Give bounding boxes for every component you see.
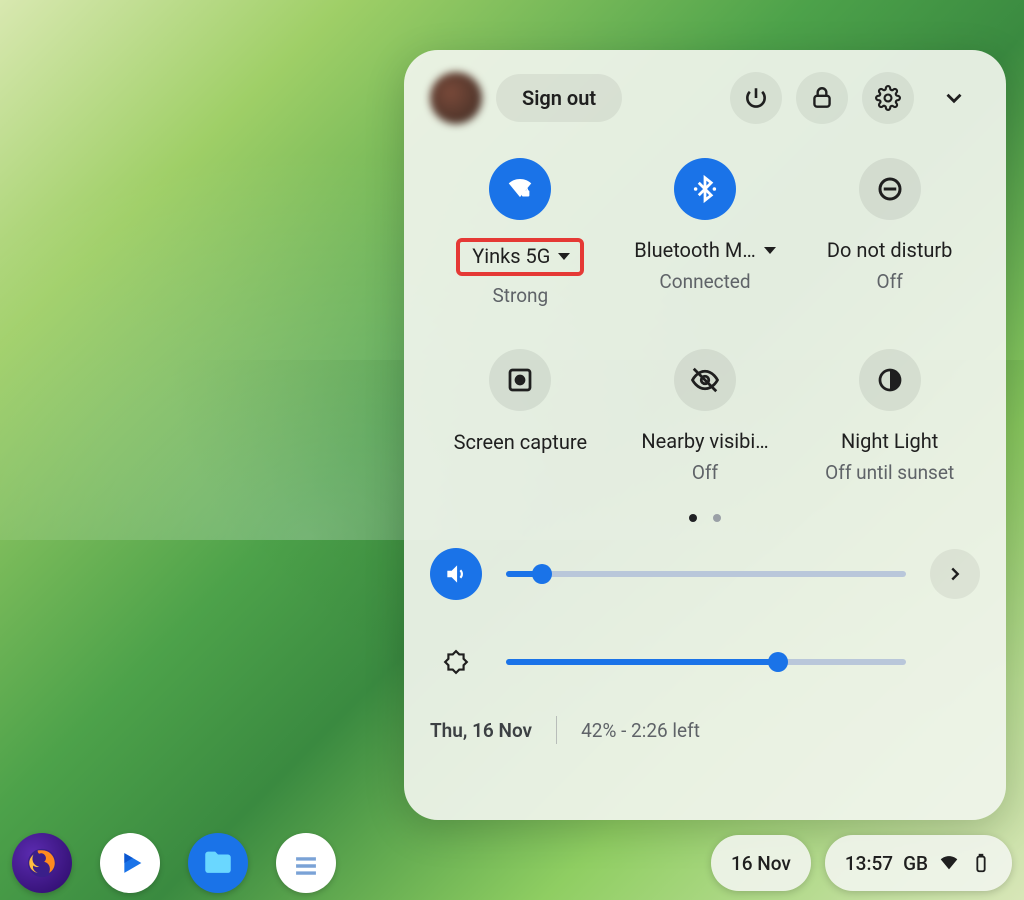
screen-capture-label: Screen capture [454,429,588,456]
shelf-time: 13:57 [845,852,893,875]
wifi-label-row[interactable]: Yinks 5G [456,238,584,276]
settings-button[interactable] [862,72,914,124]
footer-battery: 42% - 2:26 left [581,719,700,742]
pager-dots[interactable] [430,514,980,522]
battery-icon [970,852,992,874]
screen-capture-icon [489,349,551,411]
bluetooth-icon [674,158,736,220]
bluetooth-status: Connected [659,270,750,293]
visibility-off-icon [674,349,736,411]
lines-icon [289,849,323,883]
tile-bluetooth[interactable]: Bluetooth M… Connected [615,158,796,307]
caret-down-icon [764,247,776,254]
volume-row [430,548,980,600]
caret-down-icon [558,253,570,260]
tile-screen-capture[interactable]: Screen capture [430,349,611,484]
tiles-grid: Yinks 5G Strong Bluetooth M… Connected D… [430,158,980,484]
shelf-date-pill[interactable]: 16 Nov [711,835,811,891]
avatar[interactable] [430,72,482,124]
dnd-label: Do not disturb [827,238,953,262]
lock-icon [809,85,835,111]
bluetooth-label: Bluetooth M… [634,238,755,262]
nearby-label: Nearby visibi… [641,429,768,453]
shelf: 16 Nov 13:57 GB [0,826,1024,900]
play-icon [113,846,147,880]
night-light-icon [859,349,921,411]
pager-dot-1[interactable] [689,514,697,522]
power-icon [743,85,769,111]
dnd-icon [859,158,921,220]
volume-button[interactable] [430,548,482,600]
shelf-locale: GB [903,852,928,875]
app-media-player[interactable] [100,833,160,893]
panel-footer: Thu, 16 Nov 42% - 2:26 left [430,716,980,744]
collapse-button[interactable] [928,72,980,124]
bluetooth-label-row[interactable]: Bluetooth M… [634,238,775,262]
night-light-status: Off until sunset [825,461,954,484]
power-button[interactable] [730,72,782,124]
shelf-date: 16 Nov [731,852,791,875]
brightness-icon [443,649,469,675]
wifi-label: Yinks 5G [472,244,550,268]
speaker-icon [443,561,469,587]
tile-nearby[interactable]: Nearby visibi… Off [615,349,796,484]
lock-button[interactable] [796,72,848,124]
folder-icon [201,846,235,880]
nearby-status: Off [692,461,718,484]
brightness-slider[interactable] [506,659,906,665]
dnd-status: Off [877,270,903,293]
wifi-icon [938,852,960,874]
wifi-icon [489,158,551,220]
app-generic[interactable] [276,833,336,893]
tile-night-light[interactable]: Night Light Off until sunset [799,349,980,484]
pager-dot-2[interactable] [713,514,721,522]
footer-date: Thu, 16 Nov [430,719,532,742]
brightness-row [430,636,980,688]
sign-out-button[interactable]: Sign out [496,74,622,122]
app-firefox[interactable] [12,833,72,893]
tile-dnd[interactable]: Do not disturb Off [799,158,980,307]
firefox-icon [25,846,59,880]
shelf-status-pill[interactable]: 13:57 GB [825,835,1012,891]
app-files[interactable] [188,833,248,893]
audio-settings-button[interactable] [930,549,980,599]
chevron-down-icon [941,85,967,111]
night-light-label: Night Light [841,429,938,453]
volume-slider[interactable] [506,571,906,577]
wifi-status: Strong [492,284,548,307]
chevron-right-icon [944,563,966,585]
tile-wifi[interactable]: Yinks 5G Strong [430,158,611,307]
gear-icon [875,85,901,111]
brightness-button[interactable] [430,636,482,688]
quick-settings-panel: Sign out Yinks 5G Strong [404,50,1006,820]
panel-header: Sign out [430,72,980,124]
